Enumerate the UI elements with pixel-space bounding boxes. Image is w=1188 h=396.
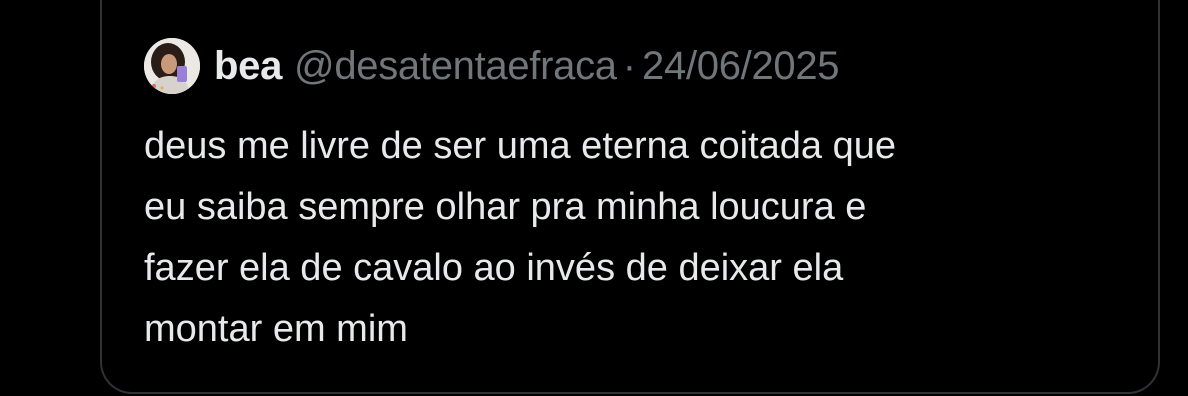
post-text: deus me livre de ser uma eterna coitada … — [144, 125, 896, 350]
header-separator: · — [622, 43, 637, 88]
post-header: bea @desatentaefraca · 24/06/2025 — [144, 36, 840, 96]
profile-photo-icon — [144, 38, 200, 94]
post-date[interactable]: 24/06/2025 — [642, 44, 840, 89]
author-handle[interactable]: @desatentaefraca — [294, 44, 617, 89]
quoted-post-card[interactable]: bea @desatentaefraca · 24/06/2025 deus m… — [100, 0, 1160, 394]
author-display-name[interactable]: bea — [214, 44, 282, 89]
avatar[interactable] — [144, 38, 200, 94]
